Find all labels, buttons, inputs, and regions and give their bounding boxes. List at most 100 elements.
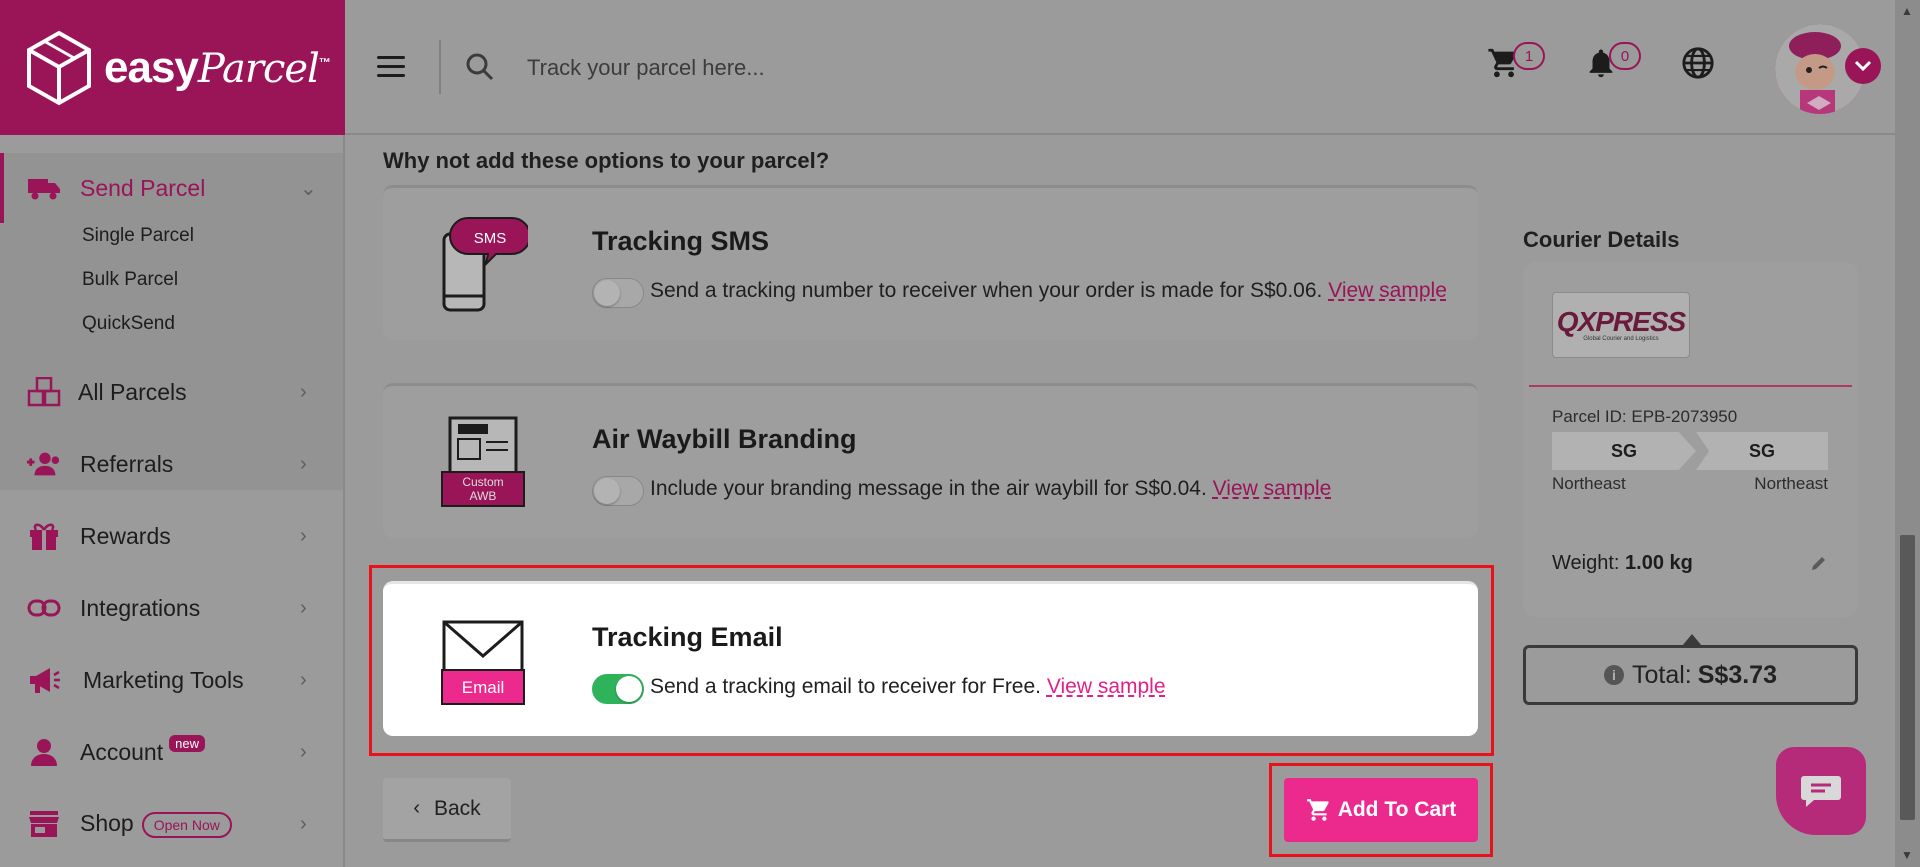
scrollbar-thumb[interactable] — [1900, 535, 1915, 820]
chevron-right-icon: › — [300, 668, 307, 691]
courier-details-card: QXPRESS Global Courier and Logistics Par… — [1523, 262, 1858, 617]
destination-country: SG — [1696, 432, 1828, 470]
sidebar-item-label: Send Parcel — [80, 174, 206, 201]
megaphone-icon — [26, 665, 62, 695]
user-icon — [26, 737, 62, 767]
track-parcel-input[interactable] — [525, 45, 1129, 91]
addon-card-tracking-email: Email Tracking Email Send a tracking ema… — [383, 581, 1478, 736]
addon-description: Include your branding message in the air… — [650, 477, 1332, 500]
chevron-right-icon: › — [300, 380, 307, 403]
scroll-up-arrow-icon[interactable]: ▲ — [1901, 4, 1913, 18]
air-waybill-branding-toggle[interactable] — [592, 476, 644, 506]
notification-count-badge: 0 — [1609, 42, 1641, 70]
courier-details-title: Courier Details — [1523, 227, 1680, 252]
back-button-label: Back — [433, 796, 481, 820]
topbar-divider — [439, 40, 441, 94]
chevron-right-icon: › — [300, 452, 307, 475]
chevron-right-icon: › — [300, 812, 307, 835]
custom-awb-document-icon: Custom AWB — [441, 416, 525, 507]
chat-button[interactable] — [1776, 747, 1866, 835]
link-icon — [26, 593, 62, 623]
tracking-email-toggle[interactable] — [592, 674, 644, 704]
sidebar-item-account[interactable]: Account new › — [0, 722, 343, 782]
sidebar-item-label: Shop Open Now — [80, 810, 232, 838]
store-icon — [26, 809, 62, 839]
chevron-down-icon — [1854, 60, 1872, 72]
search-icon — [466, 53, 494, 81]
parcel-id: Parcel ID: EPB-2073950 — [1552, 407, 1738, 426]
cart-count-badge: 1 — [1513, 42, 1545, 70]
sms-phone-icon: SMS — [442, 217, 528, 312]
globe-icon[interactable] — [1681, 46, 1715, 80]
back-button[interactable]: ‹ Back — [383, 778, 511, 842]
brand-logo[interactable]: easyParcel™ — [0, 0, 345, 135]
toggle-knob — [594, 478, 620, 504]
sidebar-item-label: Rewards — [80, 522, 171, 549]
chevron-left-icon: ‹ — [413, 797, 420, 819]
view-sample-link[interactable]: View sample — [1328, 279, 1447, 302]
total-label: Total: — [1631, 660, 1692, 689]
scroll-down-arrow-icon[interactable]: ▼ — [1901, 848, 1913, 862]
addon-card-tracking-sms: SMS Tracking SMS Send a tracking number … — [383, 185, 1478, 340]
toggle-knob — [616, 676, 642, 702]
add-to-cart-button[interactable]: Add To Cart — [1284, 778, 1478, 842]
total-price-box: i Total: S$3.73 — [1523, 645, 1858, 705]
sidebar: Send Parcel ⌄ Single Parcel Bulk Parcel … — [0, 135, 345, 867]
pencil-edit-icon[interactable] — [1810, 554, 1828, 572]
sidebar-item-shop[interactable]: Shop Open Now › — [0, 794, 343, 854]
add-to-cart-label: Add To Cart — [1337, 798, 1457, 821]
courier-logo: QXPRESS Global Courier and Logistics — [1552, 292, 1690, 358]
gift-icon — [26, 521, 62, 551]
sidebar-subitem-single-parcel[interactable]: Single Parcel — [82, 225, 194, 247]
addon-description: Send a tracking email to receiver for Fr… — [650, 675, 1166, 698]
brand-name: easyParcel™ — [104, 42, 331, 92]
addon-card-air-waybill-branding: Custom AWB Air Waybill Branding Include … — [383, 383, 1478, 538]
sidebar-item-marketing-tools[interactable]: Marketing Tools › — [0, 650, 343, 710]
email-envelope-icon: Email — [441, 620, 525, 705]
sidebar-item-all-parcels[interactable]: All Parcels › — [0, 362, 343, 422]
chevron-right-icon: › — [300, 524, 307, 547]
profile-dropdown-button[interactable] — [1845, 48, 1881, 84]
cart-icon — [1306, 799, 1329, 821]
sms-art-label: SMS — [474, 230, 507, 247]
email-art-label: Email — [462, 678, 505, 697]
box-logo-icon — [27, 30, 91, 105]
parcel-weight: Weight: 1.00 kg — [1552, 552, 1693, 574]
destination-region: Northeast — [1754, 474, 1828, 493]
sidebar-item-send-parcel[interactable]: Send Parcel ⌄ — [0, 158, 343, 218]
awb-art-label-2: AWB — [470, 489, 497, 503]
sidebar-item-referrals[interactable]: Referrals › — [0, 434, 343, 494]
awb-art-label-1: Custom — [462, 475, 503, 489]
hamburger-menu-icon[interactable] — [377, 56, 405, 78]
users-plus-icon — [26, 449, 62, 479]
addon-title: Tracking Email — [592, 622, 783, 652]
chat-bubble-icon — [1801, 776, 1841, 807]
origin-country: SG — [1552, 432, 1696, 470]
addon-description: Send a tracking number to receiver when … — [650, 279, 1447, 302]
sidebar-subitem-quicksend[interactable]: QuickSend — [82, 313, 175, 335]
sidebar-item-label: Integrations — [80, 594, 201, 621]
total-value: S$3.73 — [1697, 660, 1777, 689]
addon-title: Air Waybill Branding — [592, 424, 857, 454]
chevron-right-icon: › — [300, 740, 307, 763]
view-sample-link[interactable]: View sample — [1047, 675, 1166, 698]
sidebar-item-rewards[interactable]: Rewards › — [0, 506, 343, 566]
addons-section-title: Why not add these options to your parcel… — [383, 148, 830, 173]
truck-icon — [26, 173, 62, 203]
courier-divider — [1529, 385, 1852, 387]
new-badge: new — [169, 734, 205, 752]
open-now-badge: Open Now — [141, 811, 232, 838]
chevron-right-icon: › — [300, 596, 307, 619]
sidebar-subitem-bulk-parcel[interactable]: Bulk Parcel — [82, 269, 178, 291]
tracking-sms-toggle[interactable] — [592, 278, 644, 308]
sidebar-item-label: All Parcels — [78, 378, 187, 405]
sidebar-item-label: Account new — [80, 734, 205, 766]
addon-title: Tracking SMS — [592, 226, 770, 256]
sidebar-item-label: Referrals — [80, 450, 174, 477]
boxes-icon — [26, 377, 62, 407]
sidebar-item-integrations[interactable]: Integrations › — [0, 578, 343, 638]
chevron-down-icon: ⌄ — [300, 177, 317, 200]
origin-region: Northeast — [1552, 474, 1626, 493]
view-sample-link[interactable]: View sample — [1213, 477, 1332, 500]
toggle-knob — [594, 280, 620, 306]
